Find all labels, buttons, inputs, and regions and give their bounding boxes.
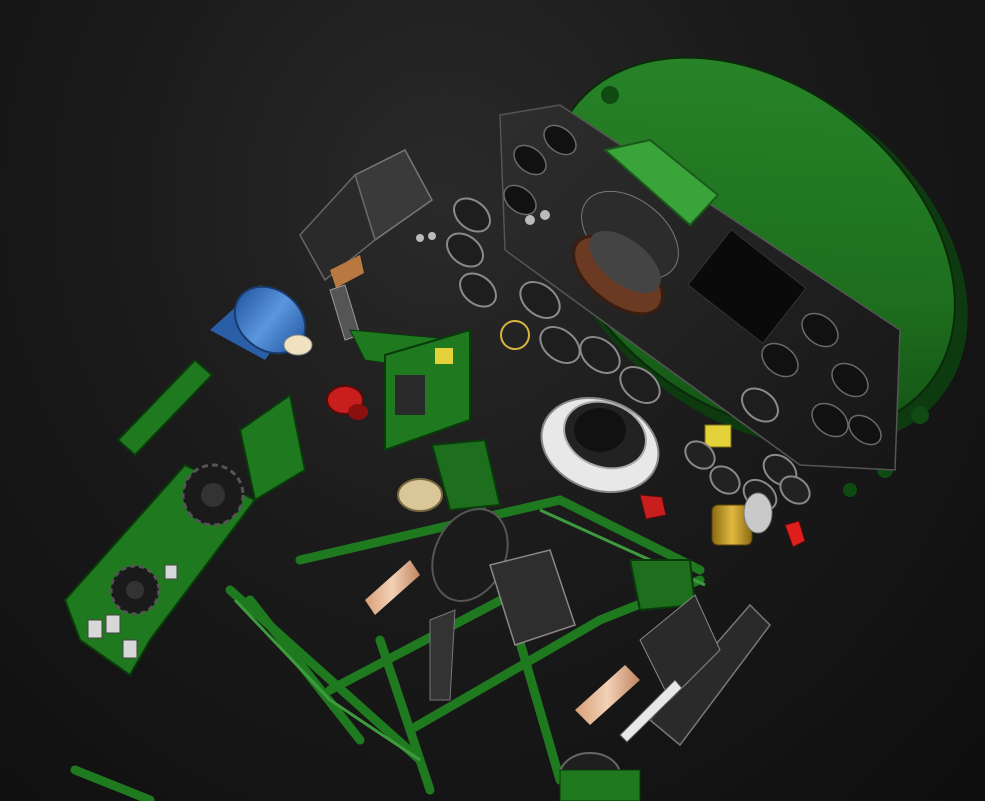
red-tab	[784, 520, 806, 548]
cad-viewport[interactable]	[0, 0, 985, 801]
center-electronics-box	[489, 549, 576, 646]
red-valve	[639, 494, 667, 520]
gear-lower	[109, 564, 161, 616]
blue-motor	[210, 285, 313, 360]
control-lever-assembly	[326, 284, 471, 452]
cad-model-view	[63, 56, 968, 801]
gold-cylinder	[711, 492, 773, 546]
gold-ring	[500, 320, 530, 350]
pedal-base	[559, 752, 641, 801]
gear-upper	[181, 463, 245, 527]
electrical-box	[299, 149, 433, 288]
yellow-switch	[704, 424, 732, 448]
